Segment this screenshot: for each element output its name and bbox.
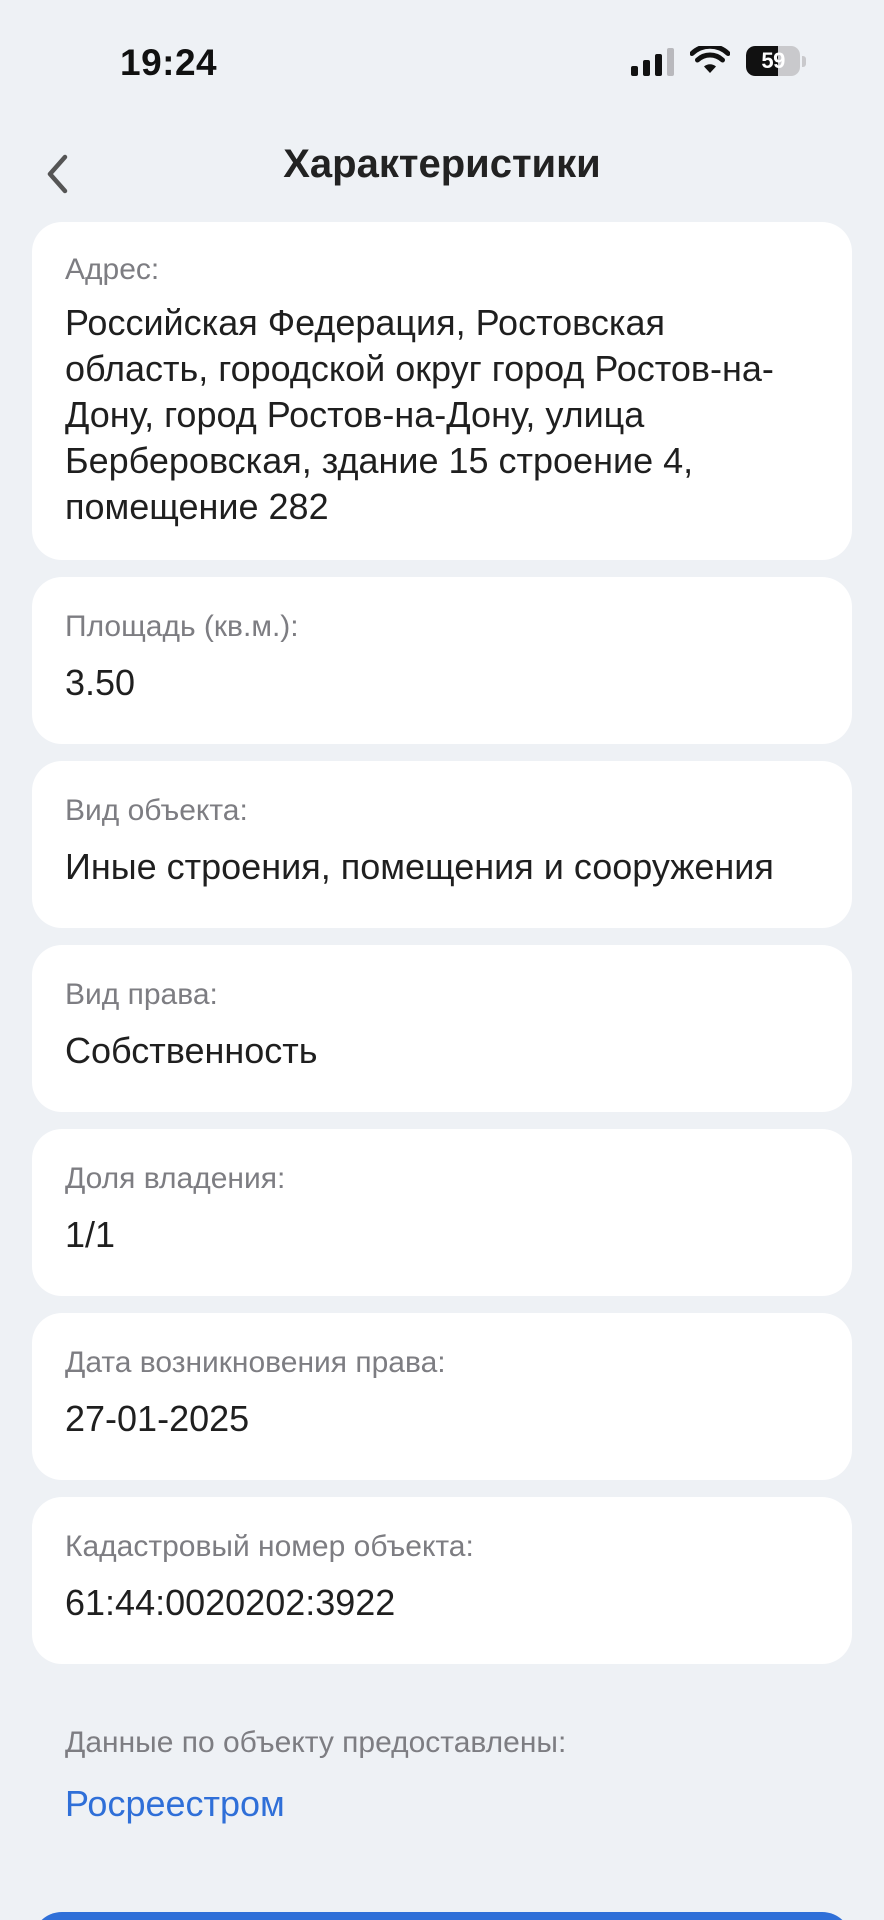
- object-type-card: Вид объекта: Иные строения, помещения и …: [32, 761, 852, 928]
- right-type-label: Вид права:: [65, 978, 218, 1011]
- cadastral-number-label: Кадастровый номер объекта:: [65, 1530, 474, 1563]
- object-type-label: Вид объекта:: [65, 794, 248, 827]
- right-date-value: 27-01-2025: [65, 1398, 250, 1439]
- right-date-card: Дата возникновения права: 27-01-2025: [32, 1313, 852, 1480]
- battery-icon: 59: [746, 46, 806, 76]
- cadastral-number-card: Кадастровый номер объекта: 61:44:0020202…: [32, 1497, 852, 1664]
- address-label: Адрес:: [65, 253, 160, 286]
- ownership-share-card: Доля владения: 1/1: [32, 1129, 852, 1296]
- ownership-share-label: Доля владения:: [65, 1162, 286, 1195]
- status-icons: 59: [631, 46, 806, 76]
- area-label: Площадь (кв.м.):: [65, 610, 299, 643]
- object-type-value: Иные строения, помещения и сооружения: [65, 846, 774, 887]
- page-title: Характеристики: [283, 142, 601, 186]
- wifi-icon: [690, 46, 730, 76]
- area-value: 3.50: [65, 662, 136, 703]
- rosreestr-link[interactable]: Росреестром: [65, 1781, 285, 1827]
- nav-header: Характеристики: [0, 128, 884, 224]
- area-card: Площадь (кв.м.): 3.50: [32, 577, 852, 744]
- address-card: Адрес: Российская Федерация, Ростовская …: [32, 222, 852, 560]
- ownership-share-value: 1/1: [65, 1214, 116, 1255]
- address-value: Российская Федерация, Ростовская область…: [65, 302, 774, 527]
- bottom-action-button[interactable]: [32, 1912, 852, 1920]
- data-source-label: Данные по объекту предоставлены:: [65, 1726, 567, 1759]
- screen: 19:24 59 Характеристики Адрес: Российска…: [0, 0, 884, 1920]
- data-source: Данные по объекту предоставлены: Росреес…: [32, 1681, 852, 1827]
- battery-body: 59: [746, 46, 801, 76]
- status-time: 19:24: [120, 42, 218, 83]
- battery-level: 59: [761, 48, 785, 73]
- right-type-value: Собственность: [65, 1030, 318, 1071]
- status-bar: 19:24 59: [0, 0, 884, 128]
- characteristics-list: Адрес: Российская Федерация, Ростовская …: [32, 222, 852, 1827]
- cadastral-number-value: 61:44:0020202:3922: [65, 1582, 396, 1623]
- right-type-card: Вид права: Собственность: [32, 945, 852, 1112]
- battery-tip: [802, 55, 806, 67]
- cellular-signal-icon: [631, 46, 674, 76]
- right-date-label: Дата возникновения права:: [65, 1346, 446, 1379]
